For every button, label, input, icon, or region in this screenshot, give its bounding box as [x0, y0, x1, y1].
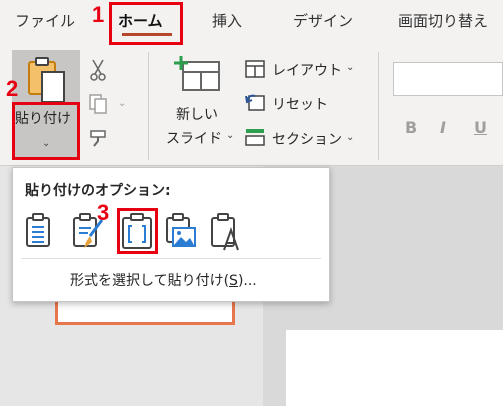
annotation-step-1: 1: [92, 2, 105, 27]
format-painter-icon[interactable]: [88, 128, 110, 150]
tab-file[interactable]: ファイル: [15, 0, 75, 46]
cut-icon[interactable]: [88, 58, 108, 82]
copy-chevron-down-icon[interactable]: ⌄: [118, 98, 126, 109]
ribbon-tab-bar: ファイル ホーム 挿入 デザイン 画面切り替え: [0, 0, 503, 46]
reset-icon: [245, 94, 265, 111]
annotation-step-2: 2: [6, 76, 19, 101]
underline-button[interactable]: U: [474, 118, 487, 137]
paste-icon: [28, 57, 65, 103]
paste-as-picture-icon: [166, 213, 196, 247]
tab-transitions[interactable]: 画面切り替え: [398, 0, 488, 46]
layout-chevron-down-icon[interactable]: ⌄: [346, 62, 354, 73]
ribbon-separator: [148, 52, 149, 160]
paste-options-menu: 貼り付けのオプション: 形式を選択して貼り付け(S)...: [12, 167, 330, 302]
paste-option-text-only[interactable]: [208, 210, 244, 252]
new-slide-icon[interactable]: [173, 54, 223, 94]
paste-option-picture[interactable]: [163, 210, 199, 252]
section-icon: [245, 129, 265, 146]
paste-special-menu-item[interactable]: 形式を選択して貼り付け(S)...: [70, 270, 257, 290]
slide-canvas[interactable]: [286, 330, 503, 406]
paste-picture-frame-icon: [122, 213, 152, 249]
section-chevron-down-icon[interactable]: ⌄: [346, 132, 354, 143]
active-tab-indicator: [122, 33, 172, 36]
paste-special-accelerator-key: S: [229, 273, 238, 289]
tab-design[interactable]: デザイン: [293, 0, 353, 46]
menu-divider: [21, 258, 321, 259]
paste-use-destination-theme-icon: [26, 213, 50, 247]
tab-home[interactable]: ホーム: [118, 0, 163, 46]
reset-button[interactable]: リセット: [272, 94, 328, 114]
new-slide-chevron-down-icon[interactable]: ⌄: [226, 130, 234, 141]
italic-button[interactable]: I: [440, 118, 446, 137]
tab-insert[interactable]: 挿入: [212, 0, 242, 46]
layout-button[interactable]: レイアウト: [272, 60, 342, 80]
layout-icon: [245, 60, 265, 78]
paste-option-use-destination-theme[interactable]: [21, 210, 57, 252]
paste-special-prefix: 形式を選択して貼り付け(: [70, 273, 230, 289]
section-button[interactable]: セクション: [272, 129, 342, 149]
paste-option-picture-frame[interactable]: [119, 210, 155, 252]
paste-special-suffix: )...: [237, 273, 257, 289]
paste-options-title: 貼り付けのオプション:: [25, 183, 171, 199]
paste-chevron-down-icon[interactable]: ⌄: [42, 138, 50, 149]
bold-button[interactable]: B: [405, 118, 417, 137]
font-name-input[interactable]: [393, 62, 503, 96]
annotation-step-3: 3: [97, 200, 110, 225]
ribbon-separator: [378, 52, 379, 160]
new-slide-label-line1[interactable]: 新しい: [176, 104, 218, 124]
new-slide-label-line2[interactable]: スライド: [166, 128, 222, 148]
copy-icon[interactable]: [88, 93, 108, 115]
paste-label: 貼り付け: [15, 111, 71, 127]
paste-keep-text-only-icon: [211, 213, 239, 251]
